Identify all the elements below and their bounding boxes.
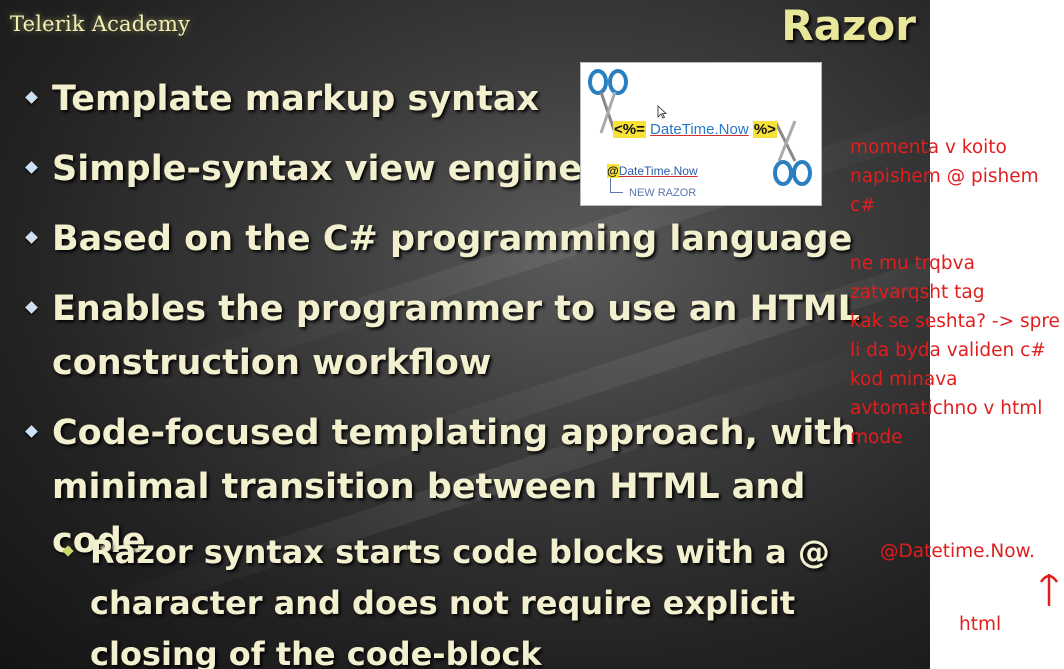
close-tag: %>: [752, 121, 777, 138]
bullet-item: Based on the C# programming language: [22, 212, 902, 266]
html-note: html: [959, 614, 1002, 635]
open-tag: <%=: [613, 121, 646, 138]
new-code: DateTime.Now: [618, 164, 698, 178]
new-syntax-line: @DateTime.Now: [607, 164, 698, 178]
note-line: napishem @ pishem: [850, 166, 1039, 187]
note-line: avtomatichno v html: [850, 398, 1043, 419]
up-arrow-icon: [1039, 574, 1059, 606]
razor-syntax-figure: <%= DateTime.Now %> @DateTime.Now NEW RA…: [580, 62, 822, 206]
note-line: kod minava: [850, 369, 958, 390]
note-line: ne mu trqbva: [850, 253, 975, 274]
note-line: [850, 220, 1064, 249]
note-line: kak se seshta? -> spre: [850, 311, 1060, 332]
datetime-note: @Datetime.Now.: [880, 541, 1035, 562]
slide: Telerik Academy Razor Template markup sy…: [0, 0, 930, 669]
mouse-cursor-icon: [657, 105, 667, 119]
note-line: li da byda validen c#: [850, 340, 1046, 361]
note-line: c#: [850, 195, 876, 216]
telerik-logo: Telerik Academy: [10, 12, 191, 36]
old-syntax-line: <%= DateTime.Now %>: [613, 121, 777, 138]
at-sign: @: [607, 164, 619, 178]
bullet-item: Enables the programmer to use an HTML co…: [22, 282, 902, 390]
handwritten-notes: momenta v koito napishem @ pishem c# ne …: [850, 133, 1064, 452]
old-code: DateTime.Now: [650, 121, 749, 138]
new-razor-label: NEW RAZOR: [629, 187, 697, 199]
slide-title: Razor: [781, 1, 916, 50]
sub-bullet-item: Razor syntax starts code blocks with a @…: [62, 527, 930, 669]
new-razor-arrow-icon: [610, 178, 623, 193]
note-line: mode: [850, 427, 903, 448]
note-line: momenta v koito: [850, 137, 1007, 158]
note-line: zatvarqsht tag: [850, 282, 985, 303]
